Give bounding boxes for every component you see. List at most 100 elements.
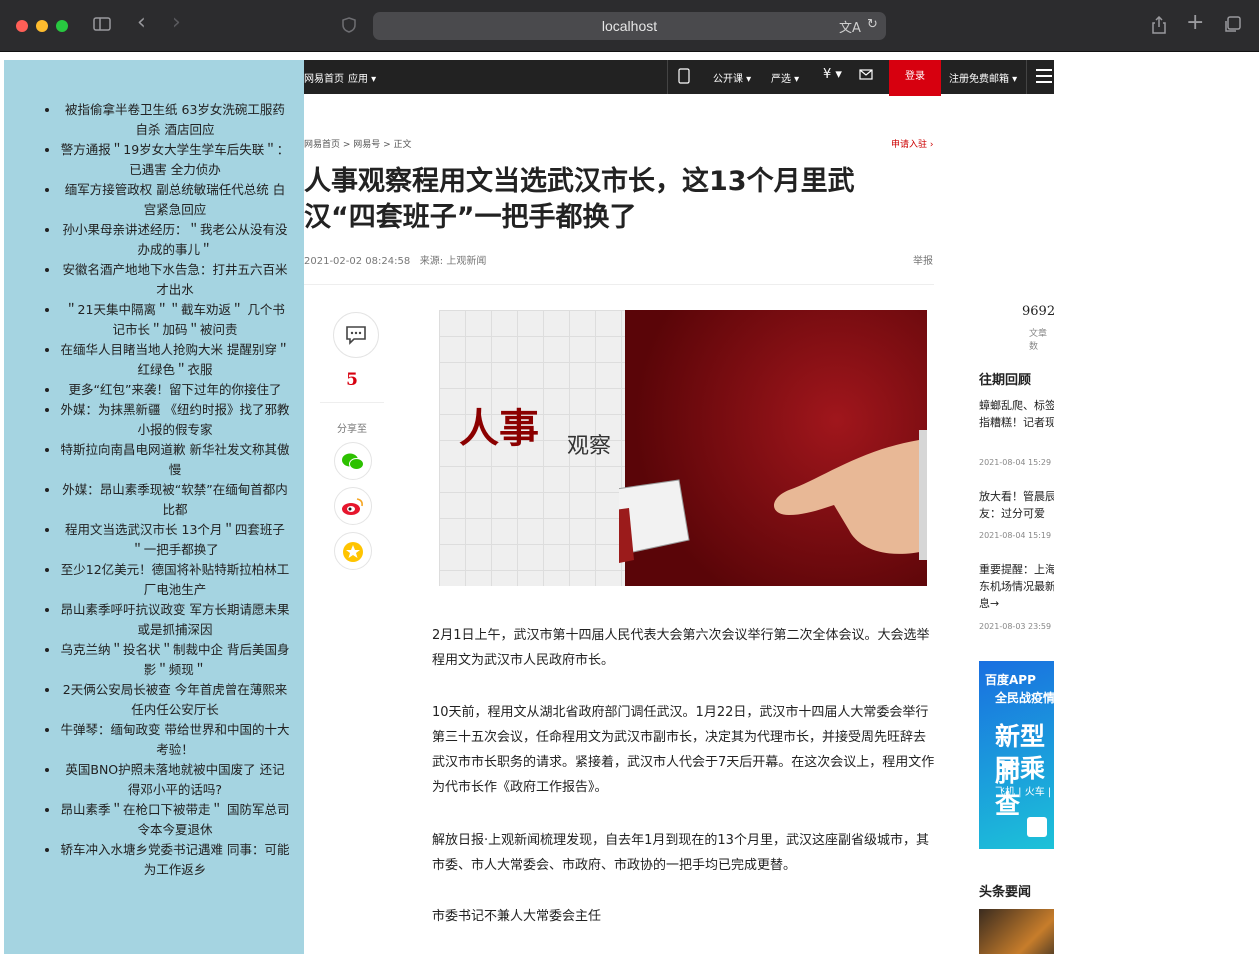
address-text: localhost (601, 18, 658, 34)
past-review-heading: 往期回顾 (979, 373, 1032, 388)
star-icon (343, 542, 363, 562)
news-sidebar: 被指偷拿半卷卫生纸 63岁女洗碗工服药自杀 酒店回应警方通报＂19岁女大学生学车… (4, 60, 304, 954)
nav-apps-link[interactable]: 应用 ▾ (348, 70, 376, 85)
article-page: 网易首页 应用 ▾ 公开课 ▾ 严选 ▾ ¥ ▾ 登录 注册免费邮箱 ▾ 网易首… (304, 60, 1054, 954)
share-label: 分享至 (337, 424, 367, 435)
news-list-item[interactable]: 程用文当选武汉市长 13个月＂四套班子＂一把手都换了 (60, 520, 290, 560)
news-list-item[interactable]: 牛弹琴：缅甸政变 带给世界和中国的十大考验！ (60, 720, 290, 760)
nav-home-link[interactable]: 网易首页 (304, 70, 344, 85)
news-list-item[interactable]: 外媒：为抹黑新疆 《纽约时报》找了邪教小报的假专家 (60, 400, 290, 440)
divider (320, 402, 384, 403)
rail-news-item[interactable]: 放大看！管晨辰友：过分可爱 (979, 488, 1054, 524)
article-count-label: 文章数 (1029, 329, 1048, 352)
close-window-button[interactable] (16, 20, 28, 32)
zoom-window-button[interactable] (56, 20, 68, 32)
sidebar-toggle-icon[interactable] (93, 16, 111, 37)
source-label[interactable]: 来源: 上观新闻 (420, 256, 487, 267)
divider (304, 284, 934, 285)
privacy-shield-icon[interactable] (342, 17, 356, 38)
register-mail-label: 注册免费邮箱 (949, 74, 1009, 85)
news-list: 被指偷拿半卷卫生纸 63岁女洗碗工服药自杀 酒店回应警方通报＂19岁女大学生学车… (4, 60, 304, 880)
wechat-share-button[interactable] (334, 442, 372, 480)
menu-icon[interactable] (1036, 69, 1052, 83)
rail-news-item[interactable]: 重要提醒：上海浦东机场情况最新消息→ (979, 561, 1054, 613)
share-icon[interactable] (1151, 15, 1167, 39)
comment-button[interactable] (333, 312, 379, 358)
news-list-item[interactable]: 缅军方接管政权 副总统敏瑞任代总统 白宫紧急回应 (60, 180, 290, 220)
paw-icon (1027, 817, 1047, 837)
login-button[interactable]: 登录 (889, 60, 941, 96)
hand-with-puzzle-illustration (619, 430, 927, 563)
comment-count[interactable]: 5 (320, 370, 384, 390)
news-list-item[interactable]: 安徽名酒产地地下水告急：打井五六百米才出水 (60, 260, 290, 300)
top-navigation: 网易首页 应用 ▾ 公开课 ▾ 严选 ▾ ¥ ▾ 登录 注册免费邮箱 ▾ (304, 60, 1054, 96)
address-bar[interactable]: localhost 文A ↻ (373, 12, 886, 40)
translate-icon[interactable]: 文A (839, 17, 861, 36)
article-paragraph: 解放日报·上观新闻梳理发现，自去年1月到现在的13个月里，武汉这座副省级城市，其… (432, 833, 929, 873)
back-icon[interactable]: ‹ (137, 12, 146, 34)
article-paragraph: 2月1日上午，武汉市第十四届人民代表大会第六次会议举行第二次全体会议。大会选举程… (432, 628, 930, 668)
nav-open-course-label: 公开课 (713, 74, 743, 85)
report-link[interactable]: 举报 (913, 252, 933, 267)
news-list-item[interactable]: ＂21天集中隔离＂＂截车劝返＂ 几个书记市长＂加码＂被问责 (60, 300, 290, 340)
headlines-heading: 头条要闻 (979, 885, 1032, 900)
news-list-item[interactable]: 轿车冲入水塘乡党委书记遇难 同事：可能为工作返乡 (60, 840, 290, 880)
news-list-item[interactable]: 孙小果母亲讲述经历：＂我老公从没有没办成的事儿＂ (60, 220, 290, 260)
news-list-item[interactable]: 昂山素季＂在枪口下被带走＂ 国防军总司令本今夏退休 (60, 800, 290, 840)
news-list-item[interactable]: 警方通报＂19岁女大学生学车后失联＂：已遇害 全力侦办 (60, 140, 290, 180)
news-list-item[interactable]: 昂山素季呼吁抗议政变 军方长期请愿未果或是抓捕深因 (60, 600, 290, 640)
mobile-app-icon[interactable] (678, 68, 690, 87)
news-list-item[interactable]: 2天俩公安局长被查 今年首虎曾在薄熙来任内任公安厅长 (60, 680, 290, 720)
browser-toolbar: ‹ › localhost 文A ↻ + (0, 0, 1259, 52)
nav-yanxuan[interactable]: 严选 ▾ (771, 70, 799, 85)
yen-icon[interactable]: ¥ ▾ (823, 67, 842, 82)
nav-open-course[interactable]: 公开课 ▾ (713, 70, 751, 85)
ad-line1: 全民战疫情 (995, 691, 1054, 705)
breadcrumb[interactable]: 网易首页 > 网易号 > 正文 (304, 137, 412, 150)
ad-brand: 百度APP (985, 673, 1036, 687)
news-list-item[interactable]: 外媒：昂山素季现被“软禁”在缅甸首都内比都 (60, 480, 290, 520)
page-title: 人事观察程用文当选武汉市长，这13个月里武汉“四套班子”一把手都换了 (304, 166, 855, 233)
rail-news-item[interactable]: 蟑螂乱爬、标签被指糟糕！记者现... (979, 397, 1054, 449)
article-count: 9692 (1022, 304, 1054, 319)
mail-icon[interactable] (859, 69, 873, 83)
qzone-share-button[interactable] (334, 532, 372, 570)
register-mail-link[interactable]: 注册免费邮箱 ▾ (949, 70, 1017, 85)
rail-news-date: 2021-08-04 15:19 (979, 531, 1052, 540)
hero-title-big: 人事 (459, 405, 539, 452)
minimize-window-button[interactable] (36, 20, 48, 32)
news-list-item[interactable]: 在缅华人目睹当地人抢购大米 提醒别穿＂红绿色＂衣服 (60, 340, 290, 380)
comment-icon (346, 326, 366, 345)
reload-icon[interactable]: ↻ (867, 17, 878, 32)
rail-news-date: 2021-08-04 15:29 (979, 458, 1052, 467)
apply-label: 申请入驻 (891, 140, 928, 150)
news-list-item[interactable]: 英国BNO护照未落地就被中国废了 还记得邓小平的话吗? (60, 760, 290, 800)
page-margin (1054, 60, 1259, 954)
nav-divider (667, 60, 668, 94)
weibo-icon (342, 498, 363, 515)
ad-line4: 飞机 | 火车 | (995, 787, 1052, 798)
publish-date: 2021-02-02 08:24:58 (304, 256, 411, 267)
new-tab-icon[interactable]: + (1186, 12, 1204, 34)
baidu-ad-banner[interactable]: 百度APP 全民战疫情 新型肺 同乘查 飞机 | 火车 | (979, 661, 1054, 849)
news-list-item[interactable]: 特斯拉向南昌电网道歉 新华社发文称其傲慢 (60, 440, 290, 480)
headline-thumbnail[interactable] (979, 909, 1054, 954)
article-meta: 2021-02-02 08:24:58 来源: 上观新闻 (304, 252, 486, 267)
article-paragraph: 市委书记不兼人大常委会主任 (432, 909, 602, 924)
forward-icon[interactable]: › (172, 12, 181, 34)
tab-overview-icon[interactable] (1223, 16, 1241, 39)
rail-news-date: 2021-08-03 23:59 (979, 622, 1052, 631)
wechat-icon (342, 453, 364, 470)
news-list-item[interactable]: 更多“红包”来袭！留下过年的你接住了 (60, 380, 290, 400)
news-list-item[interactable]: 至少12亿美元！德国将补贴特斯拉柏林工厂电池生产 (60, 560, 290, 600)
hero-title-small: 观察 (567, 434, 612, 459)
news-list-item[interactable]: 被指偷拿半卷卫生纸 63岁女洗碗工服药自杀 酒店回应 (60, 100, 290, 140)
weibo-share-button[interactable] (334, 487, 372, 525)
nav-apps-label: 应用 (348, 74, 368, 85)
nav-divider (1026, 60, 1027, 94)
nav-yanxuan-label: 严选 (771, 74, 791, 85)
news-list-item[interactable]: 乌克兰纳＂投名状＂制裁中企 背后美国身影＂频现＂ (60, 640, 290, 680)
article-paragraph: 10天前，程用文从湖北省政府部门调任武汉。1月22日，武汉市十四届人大常委会举行… (432, 705, 935, 795)
article-hero-image: 人事 观察 (439, 310, 927, 586)
apply-link[interactable]: 申请入驻 › (891, 137, 933, 150)
